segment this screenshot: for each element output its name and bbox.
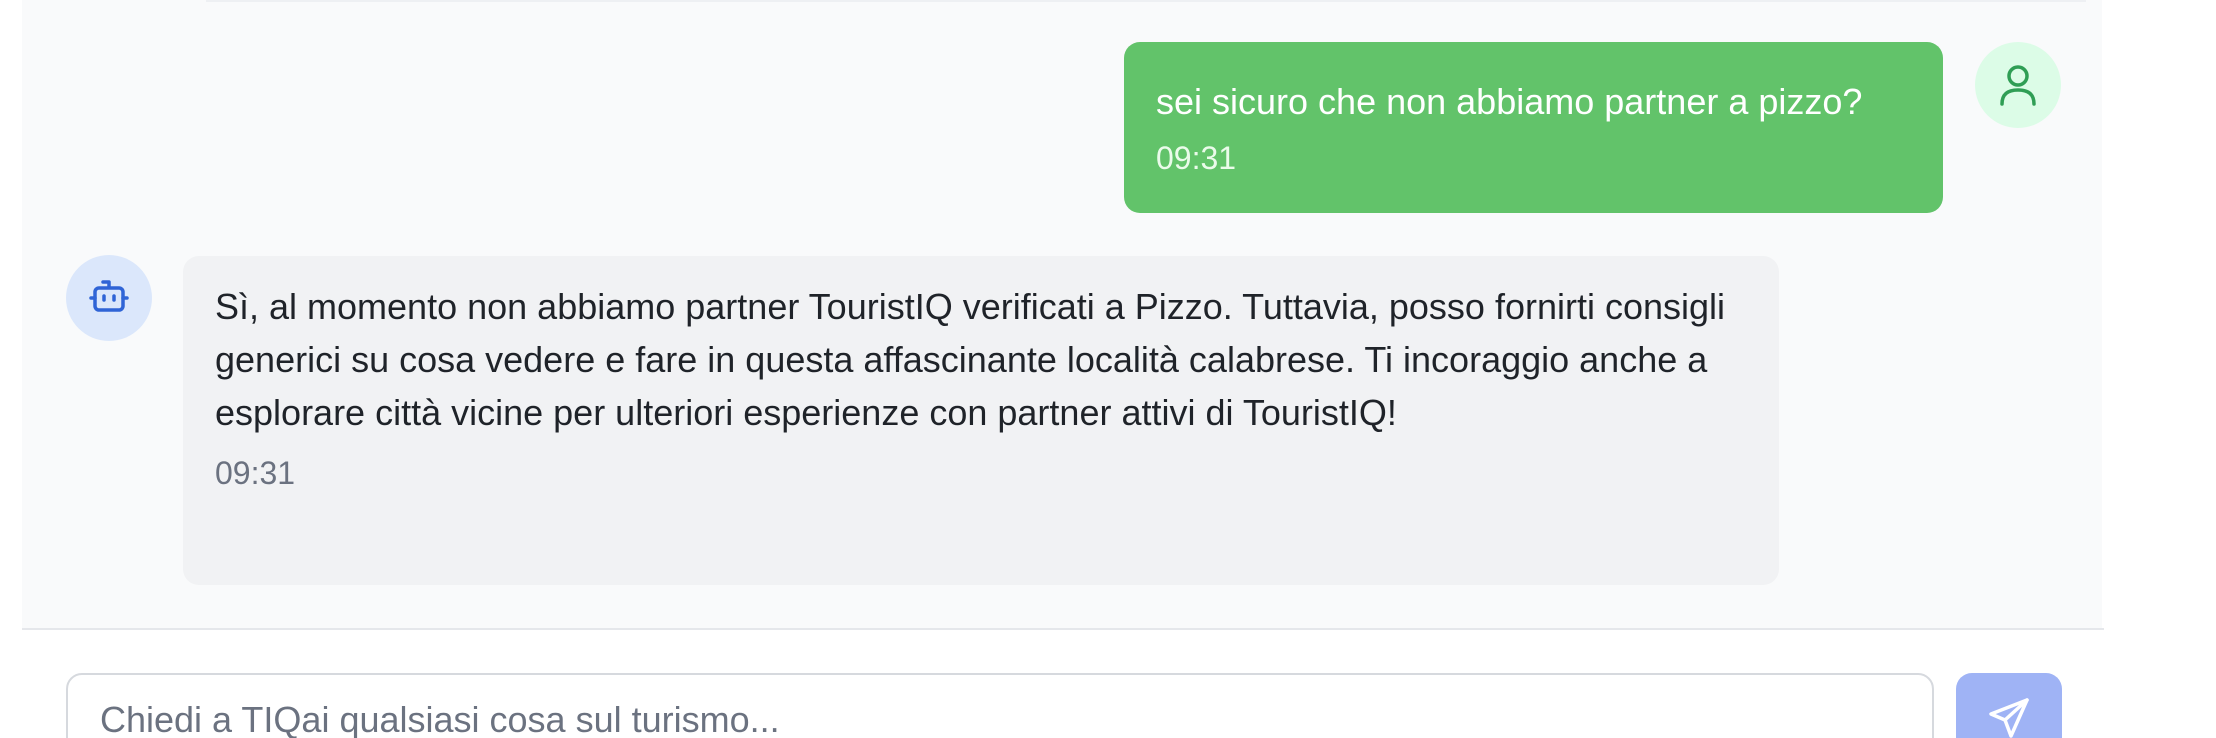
assistant-message-bubble: Sì, al momento non abbiamo partner Touri… [183, 256, 1779, 585]
message-input-container[interactable] [66, 673, 1934, 738]
bot-icon [89, 278, 129, 318]
composer-divider [22, 628, 2104, 630]
user-message-time: 09:31 [1156, 140, 1237, 176]
user-message-bubble: sei sicuro che non abbiamo partner a piz… [1124, 42, 1943, 213]
send-icon [1987, 696, 2031, 738]
top-divider [206, 0, 2086, 2]
assistant-message-time: 09:31 [215, 455, 296, 491]
user-message-text: sei sicuro che non abbiamo partner a piz… [1156, 81, 1863, 122]
chat-page: sei sicuro che non abbiamo partner a piz… [0, 0, 2216, 738]
assistant-message-text: Sì, al momento non abbiamo partner Touri… [215, 286, 1726, 433]
user-avatar [1975, 42, 2061, 128]
user-icon [1998, 63, 2038, 107]
send-button[interactable] [1956, 673, 2062, 738]
message-input[interactable] [98, 689, 1882, 738]
bot-avatar [66, 255, 152, 341]
